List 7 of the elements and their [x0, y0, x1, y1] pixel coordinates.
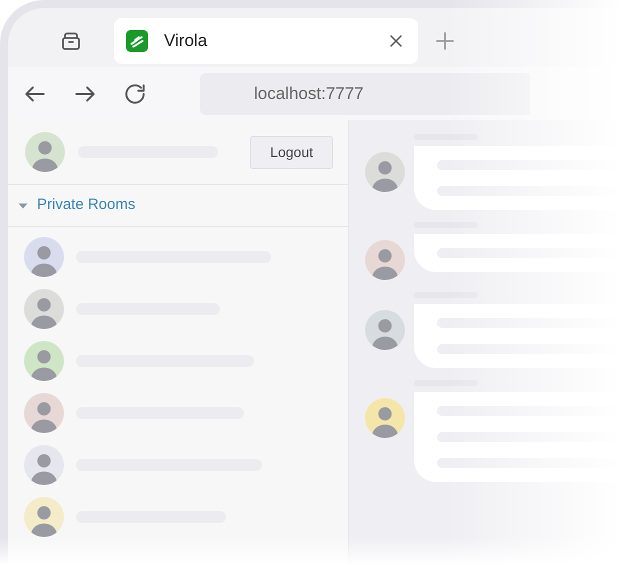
avatar	[25, 132, 65, 172]
app-logo-icon	[126, 30, 148, 52]
section-title[interactable]: Private Rooms	[37, 194, 136, 217]
tab-title: Virola	[164, 30, 208, 52]
logout-button[interactable]: Logout	[250, 136, 333, 168]
address-field[interactable]: localhost:7777	[200, 72, 530, 114]
browser-tab[interactable]: Virola	[114, 18, 418, 64]
